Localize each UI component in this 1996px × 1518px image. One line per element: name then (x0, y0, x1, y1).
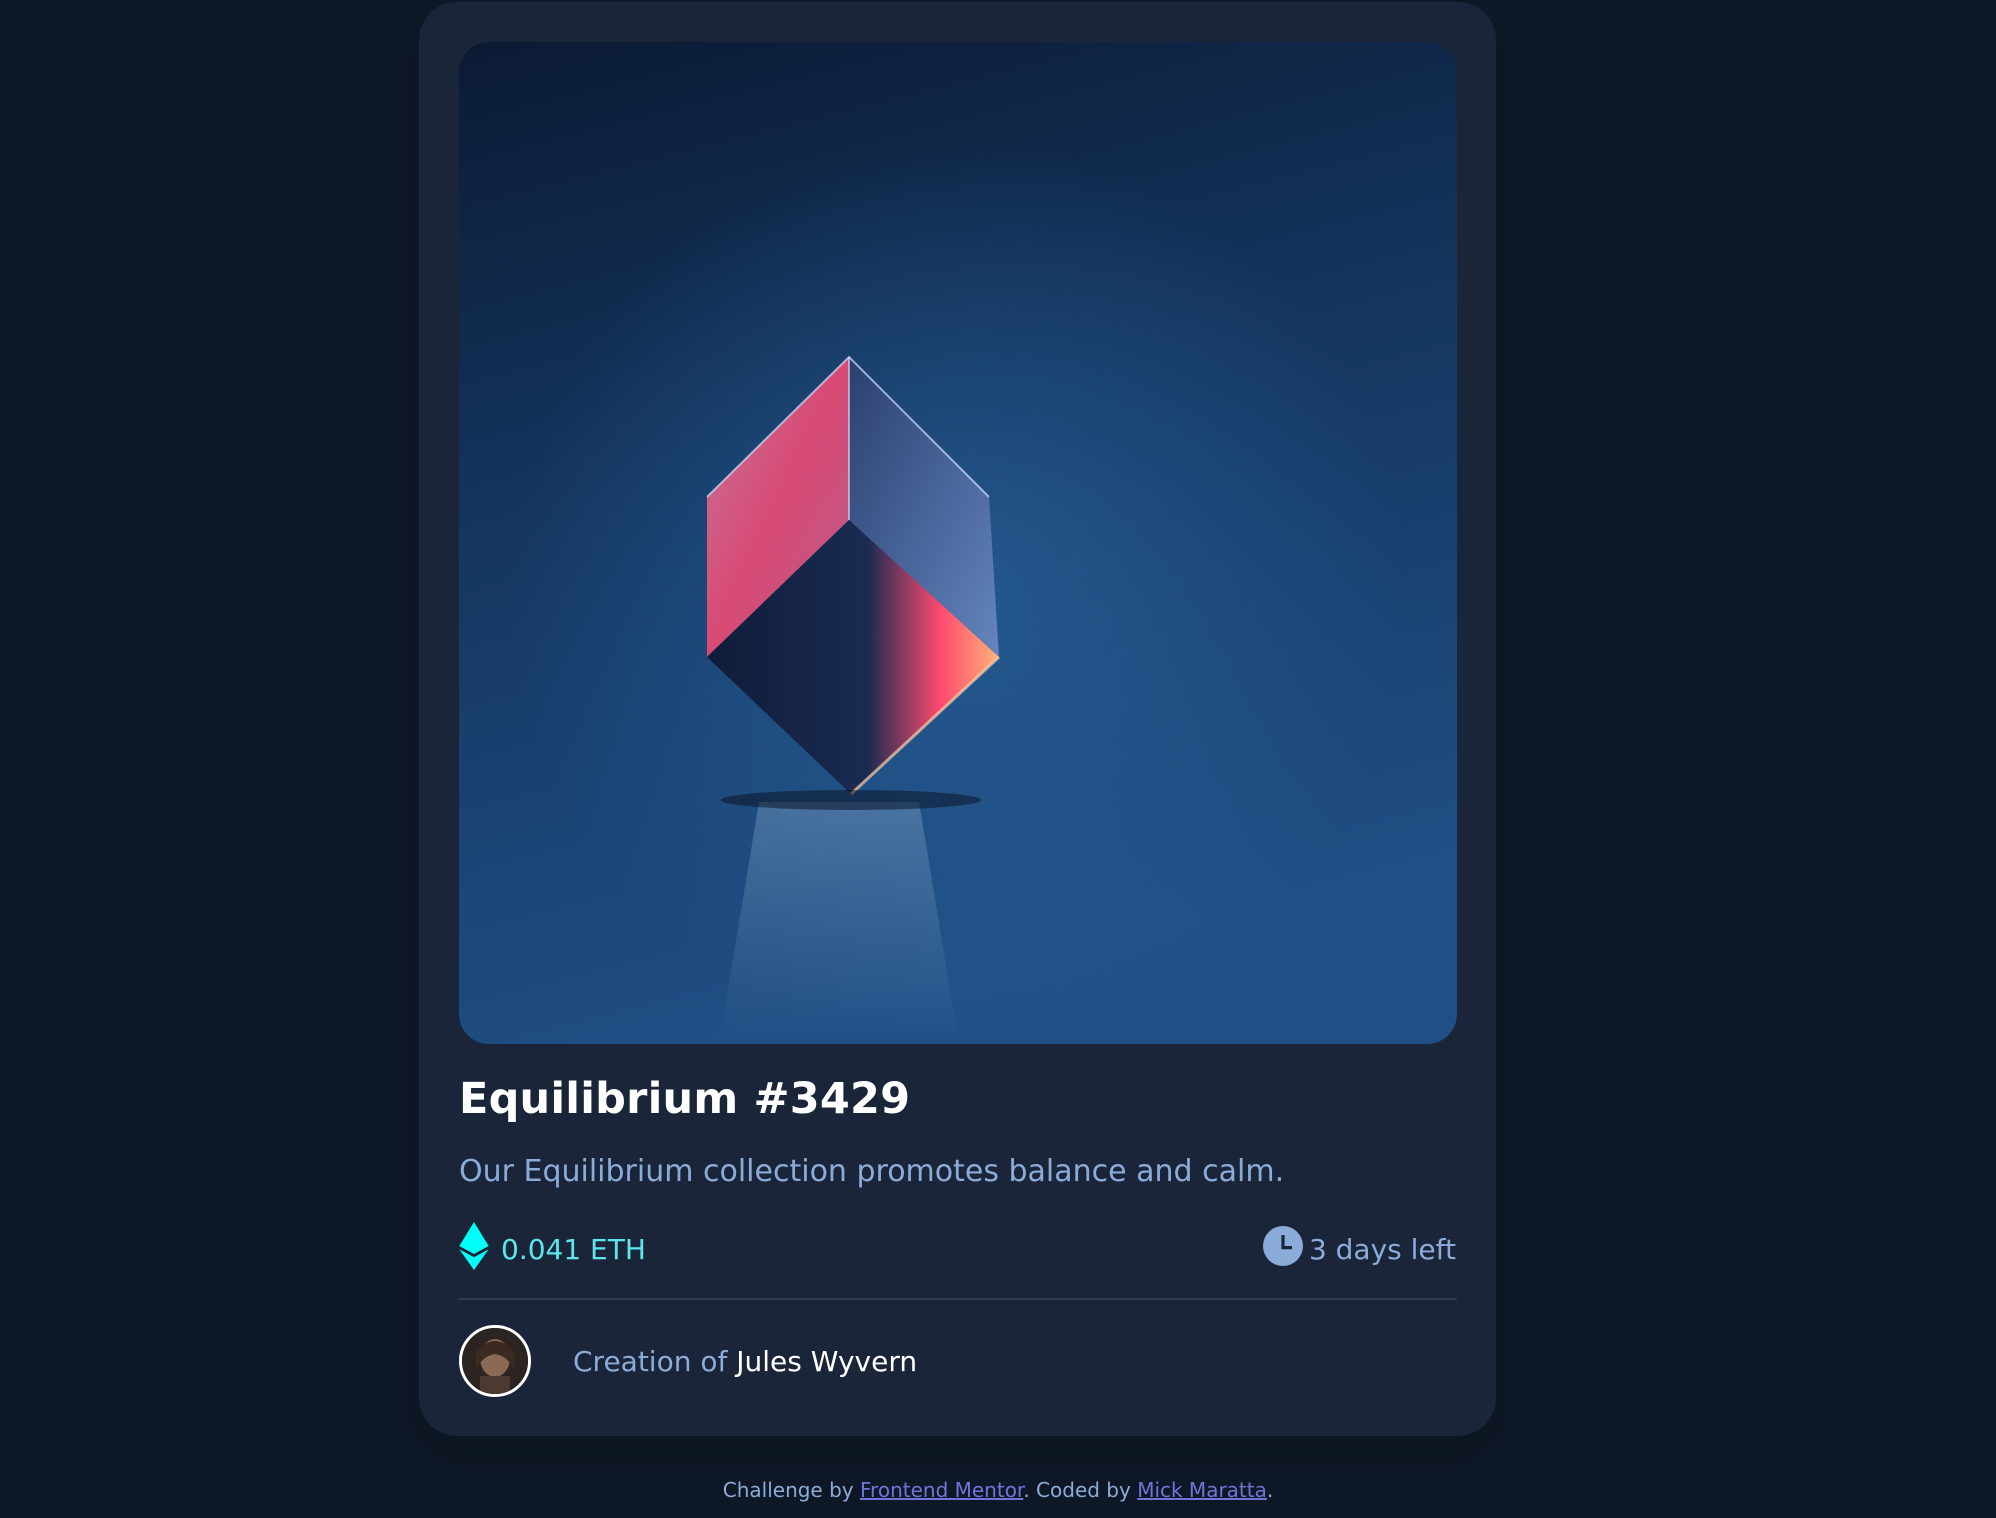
nft-title[interactable]: Equilibrium #3429 (459, 1074, 910, 1124)
frontend-mentor-link[interactable]: Frontend Mentor (860, 1478, 1023, 1502)
avatar (459, 1325, 531, 1397)
attribution-middle: . Coded by (1023, 1478, 1138, 1502)
creator-credit: Creation of Jules Wyvern (573, 1345, 917, 1378)
creator-name-link[interactable]: Jules Wyvern (736, 1345, 917, 1378)
creator-row: Creation of Jules Wyvern (459, 1322, 917, 1400)
price-info: 0.041 ETH (459, 1221, 646, 1277)
nft-description: Our Equilibrium collection promotes bala… (459, 1154, 1285, 1189)
time-left-value: 3 days left (1308, 1232, 1456, 1266)
divider (459, 1298, 1457, 1300)
attribution-suffix: . (1266, 1478, 1274, 1502)
attribution-prefix: Challenge by (722, 1478, 860, 1502)
nft-card: Equilibrium #3429 Our Equilibrium collec… (419, 2, 1496, 1436)
attribution: Challenge by Frontend Mentor. Coded by M… (0, 1478, 1996, 1502)
price-value: 0.041 ETH (501, 1232, 646, 1266)
time-info: 3 days left (1262, 1224, 1456, 1274)
ethereum-icon (459, 1221, 489, 1277)
equilibrium-cube-image (459, 42, 1457, 1044)
clock-icon (1262, 1225, 1303, 1273)
creation-prefix: Creation of (573, 1344, 737, 1378)
nft-image[interactable] (459, 42, 1457, 1044)
page: Equilibrium #3429 Our Equilibrium collec… (0, 0, 1996, 1518)
author-link[interactable]: Mick Maratta (1137, 1478, 1267, 1502)
